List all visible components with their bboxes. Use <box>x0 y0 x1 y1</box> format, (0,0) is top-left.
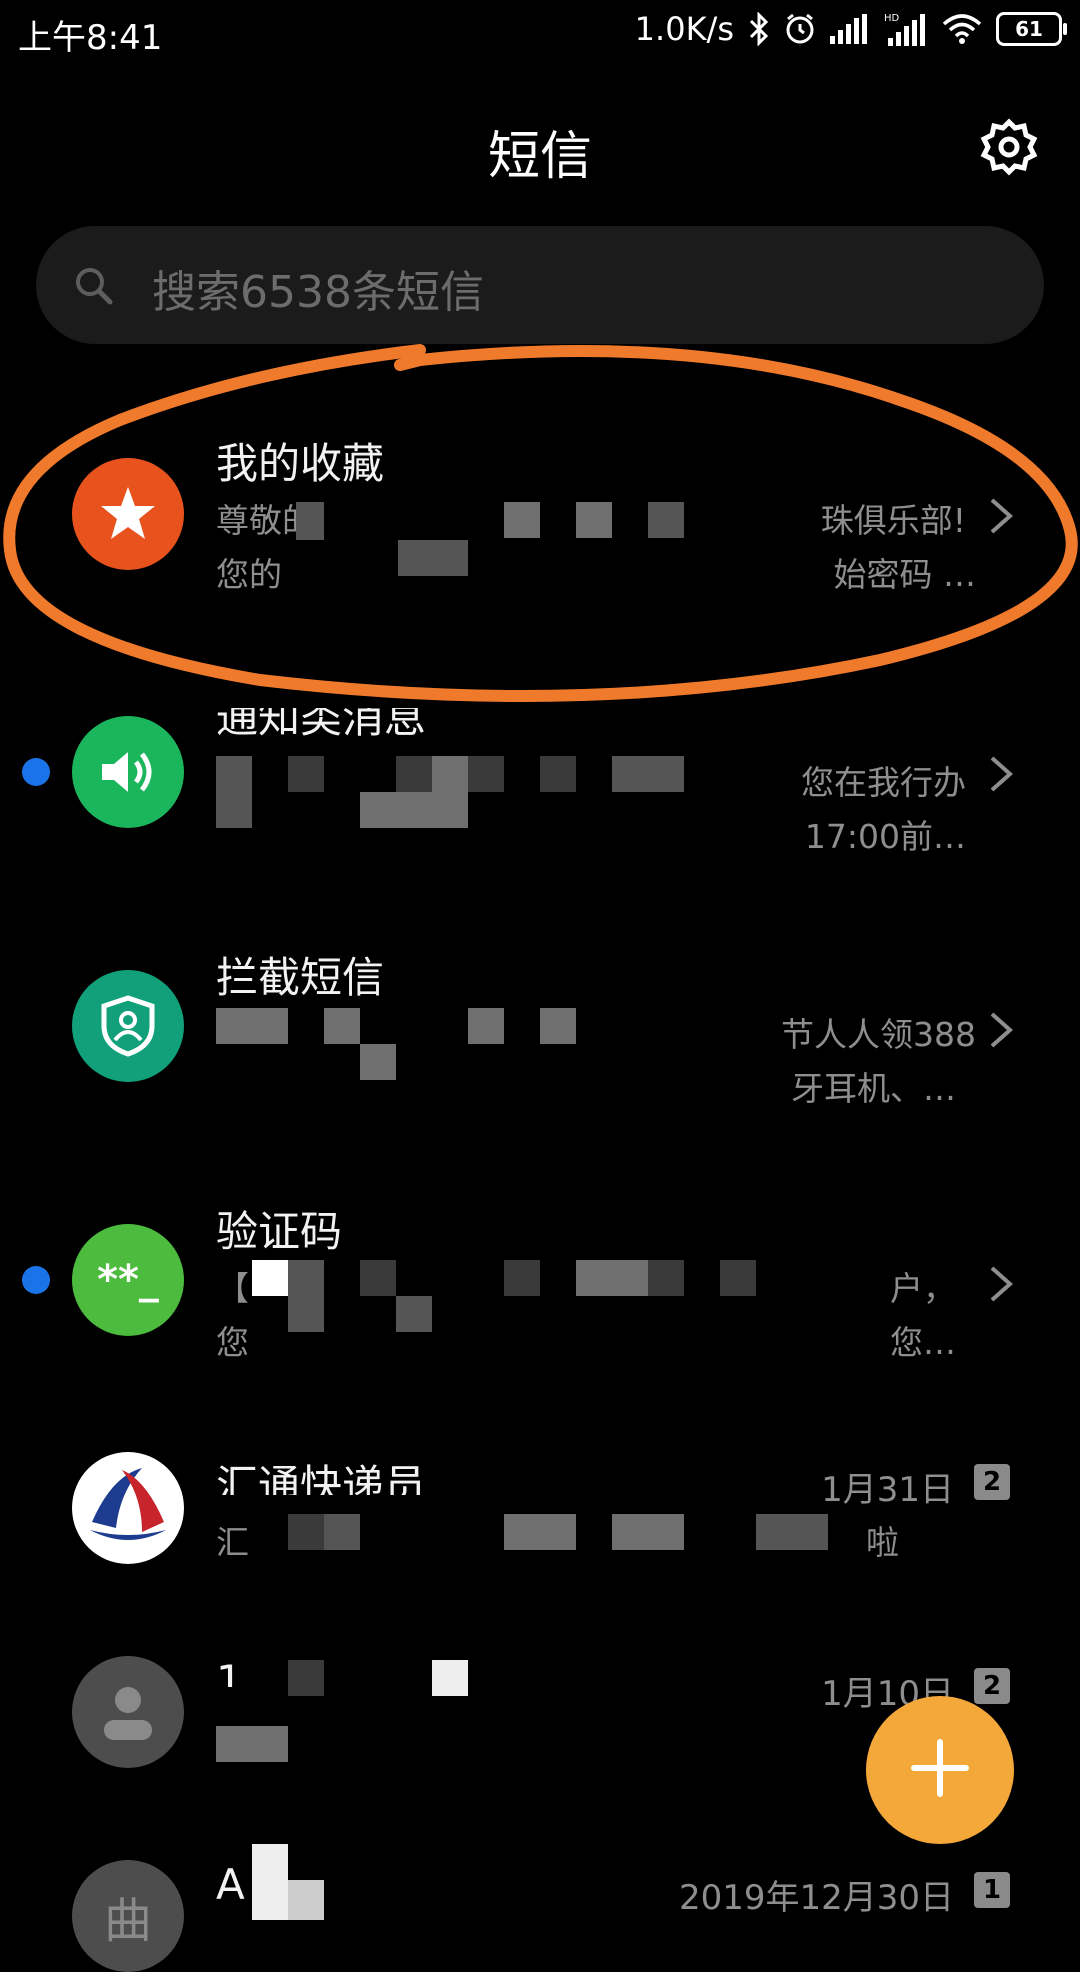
conversation-snippet: 您在我行办 17:00前… <box>801 763 966 856</box>
redaction <box>288 1660 324 1696</box>
chevron-right-icon <box>988 1264 1014 1304</box>
redaction <box>324 1514 360 1550</box>
shield-user-icon <box>72 970 184 1082</box>
page-title: 短信 <box>487 127 592 187</box>
redaction <box>720 1260 756 1296</box>
conversation-date: 2019年12月30日 <box>678 1878 954 1918</box>
courier-logo-icon <box>72 1452 184 1564</box>
app-header: 短信 <box>0 100 1080 200</box>
speaker-icon <box>72 716 184 828</box>
plus-icon <box>908 1736 972 1804</box>
conversation-verification[interactable]: **_ 验证码 【 户， 您 您… <box>0 1168 1080 1398</box>
conversation-name: 验证码 <box>216 1207 343 1256</box>
hd-signal-icon: HD <box>884 12 928 46</box>
unread-count-badge: 2 <box>974 1668 1010 1704</box>
code-icon: **_ <box>72 1224 184 1336</box>
redaction <box>504 502 540 538</box>
conversation-courier[interactable]: 汇通快递员 1月31日 2 汇 啦 <box>0 1422 1080 1652</box>
redaction <box>288 1260 324 1332</box>
battery-icon: 61 <box>996 12 1067 46</box>
conversation-name: 汇通快递员 <box>216 1461 427 1510</box>
gear-icon[interactable] <box>980 118 1038 176</box>
conversation-blocked[interactable]: 拦截短信 节人人领388 牙耳机、… <box>0 914 1080 1144</box>
redaction <box>576 502 612 538</box>
wifi-icon <box>942 14 982 44</box>
conversation-favorites[interactable]: 我的收藏 尊敬的 珠俱乐部! 您的 始密码 … <box>0 400 1080 630</box>
search-input[interactable]: 搜索6538条短信 <box>36 226 1044 344</box>
alarm-icon <box>784 13 816 45</box>
star-icon <box>72 458 184 570</box>
conversation-a[interactable]: 曲 A 2019年12月30日 1 <box>0 1830 1080 1972</box>
redaction <box>432 1660 468 1696</box>
person-icon <box>72 1656 184 1768</box>
redaction <box>576 1260 648 1296</box>
conversation-name: A <box>216 1860 245 1909</box>
status-bar: 上午8:41 1.0K/s HD 61 <box>0 0 1080 64</box>
conversation-name: 拦截短信 <box>216 953 385 1002</box>
redaction <box>612 1514 684 1550</box>
net-speed: 1.0K/s <box>634 10 734 48</box>
unread-dot <box>22 758 50 786</box>
conversation-snippet: 节人人领388 牙耳机、… <box>781 1015 976 1108</box>
chevron-right-icon <box>988 754 1014 794</box>
status-time: 上午8:41 <box>18 18 163 58</box>
conversation-date: 1月31日 <box>821 1470 954 1510</box>
redaction <box>360 1260 396 1296</box>
conversation-name: 1 <box>216 1656 243 1705</box>
unread-dot <box>22 1266 50 1294</box>
redaction <box>396 1296 432 1332</box>
chevron-right-icon <box>988 1010 1014 1050</box>
chevron-right-icon <box>988 496 1014 536</box>
redaction <box>504 1260 540 1296</box>
redaction <box>288 1514 324 1550</box>
unread-count-badge: 2 <box>974 1464 1010 1500</box>
redaction <box>296 502 324 540</box>
redaction <box>288 1880 324 1920</box>
bluetooth-icon <box>748 12 770 46</box>
redaction <box>398 540 468 576</box>
redaction <box>504 1514 576 1550</box>
svg-text:HD: HD <box>884 13 900 24</box>
redaction <box>756 1514 828 1550</box>
search-icon <box>72 264 116 312</box>
search-placeholder: 搜索6538条短信 <box>152 267 484 318</box>
redaction <box>648 502 684 538</box>
redaction <box>648 1260 684 1296</box>
signal-icon <box>830 14 870 44</box>
redaction <box>252 1844 288 1920</box>
conversation-name: 我的收藏 <box>216 439 385 488</box>
conversation-notifications[interactable]: 通知类消息 您在我行办 17:00前… <box>0 660 1080 890</box>
conversation-name: 通知类消息 <box>216 693 427 742</box>
unread-count-badge: 1 <box>974 1872 1010 1908</box>
battery-level: 61 <box>1015 17 1043 41</box>
new-message-button[interactable] <box>866 1696 1014 1844</box>
avatar-initial: 曲 <box>72 1860 184 1972</box>
redaction <box>216 1726 288 1762</box>
